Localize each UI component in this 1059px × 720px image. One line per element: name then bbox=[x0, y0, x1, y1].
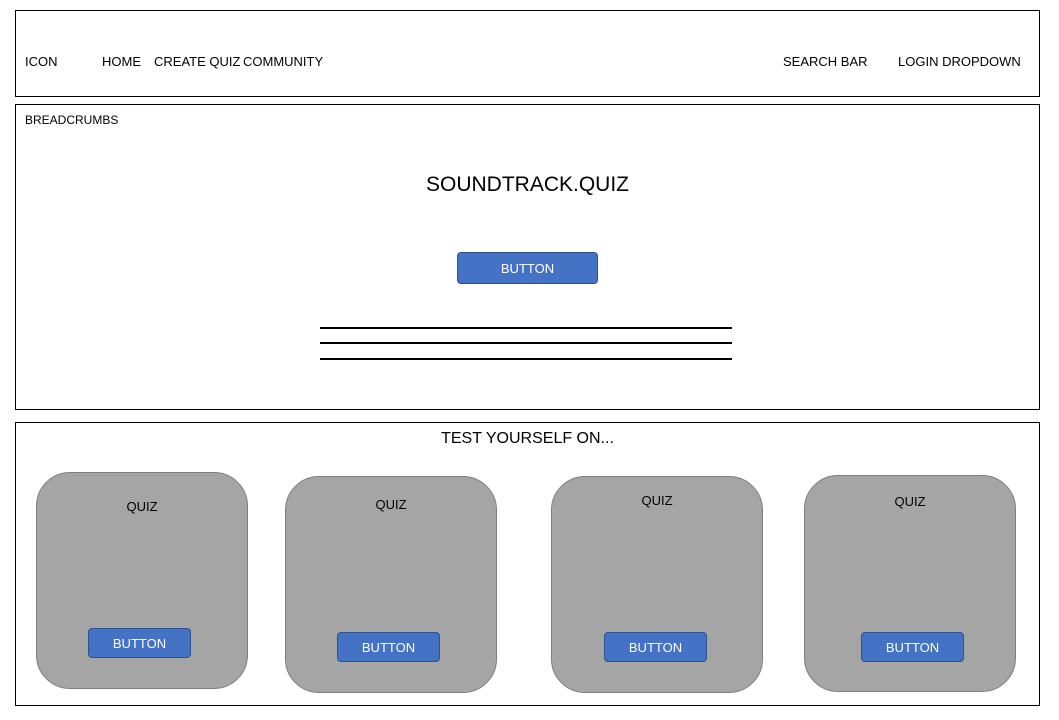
quiz-section: TEST YOURSELF ON... QUIZ BUTTON QUIZ BUT… bbox=[15, 422, 1040, 706]
hero-button[interactable]: BUTTON bbox=[457, 252, 598, 284]
login-dropdown[interactable]: LOGIN DROPDOWN bbox=[898, 55, 1021, 68]
quiz-card-label: QUIZ bbox=[126, 499, 158, 514]
app-icon[interactable]: ICON bbox=[25, 55, 58, 68]
quiz-card-label: QUIZ bbox=[641, 493, 673, 508]
quiz-card[interactable]: QUIZ BUTTON bbox=[285, 476, 497, 693]
breadcrumb[interactable]: BREADCRUMBS bbox=[25, 113, 118, 127]
quiz-card[interactable]: QUIZ BUTTON bbox=[804, 475, 1016, 692]
nav-community-link[interactable]: COMMUNITY bbox=[243, 55, 323, 68]
quiz-card-button[interactable]: BUTTON bbox=[861, 632, 964, 662]
quiz-card-button[interactable]: BUTTON bbox=[88, 628, 191, 658]
text-placeholder-line bbox=[320, 358, 732, 360]
text-placeholder-line bbox=[320, 342, 732, 344]
quiz-card[interactable]: QUIZ BUTTON bbox=[551, 476, 763, 693]
quiz-card-label: QUIZ bbox=[375, 497, 407, 512]
quiz-card-button[interactable]: BUTTON bbox=[604, 632, 707, 662]
hero-section: BREADCRUMBS SOUNDTRACK.QUIZ BUTTON bbox=[15, 104, 1040, 410]
top-nav-bar: ICON HOME CREATE QUIZ COMMUNITY SEARCH B… bbox=[15, 10, 1040, 97]
section-title: TEST YOURSELF ON... bbox=[441, 430, 614, 447]
nav-create-quiz-link[interactable]: CREATE QUIZ bbox=[154, 55, 240, 68]
search-bar[interactable]: SEARCH BAR bbox=[783, 55, 868, 68]
text-placeholder-line bbox=[320, 327, 732, 329]
quiz-card-label: QUIZ bbox=[894, 494, 926, 509]
nav-home-link[interactable]: HOME bbox=[102, 55, 141, 68]
quiz-card-button[interactable]: BUTTON bbox=[337, 632, 440, 662]
page-title: SOUNDTRACK.QUIZ bbox=[425, 173, 629, 196]
quiz-card[interactable]: QUIZ BUTTON bbox=[36, 472, 248, 689]
